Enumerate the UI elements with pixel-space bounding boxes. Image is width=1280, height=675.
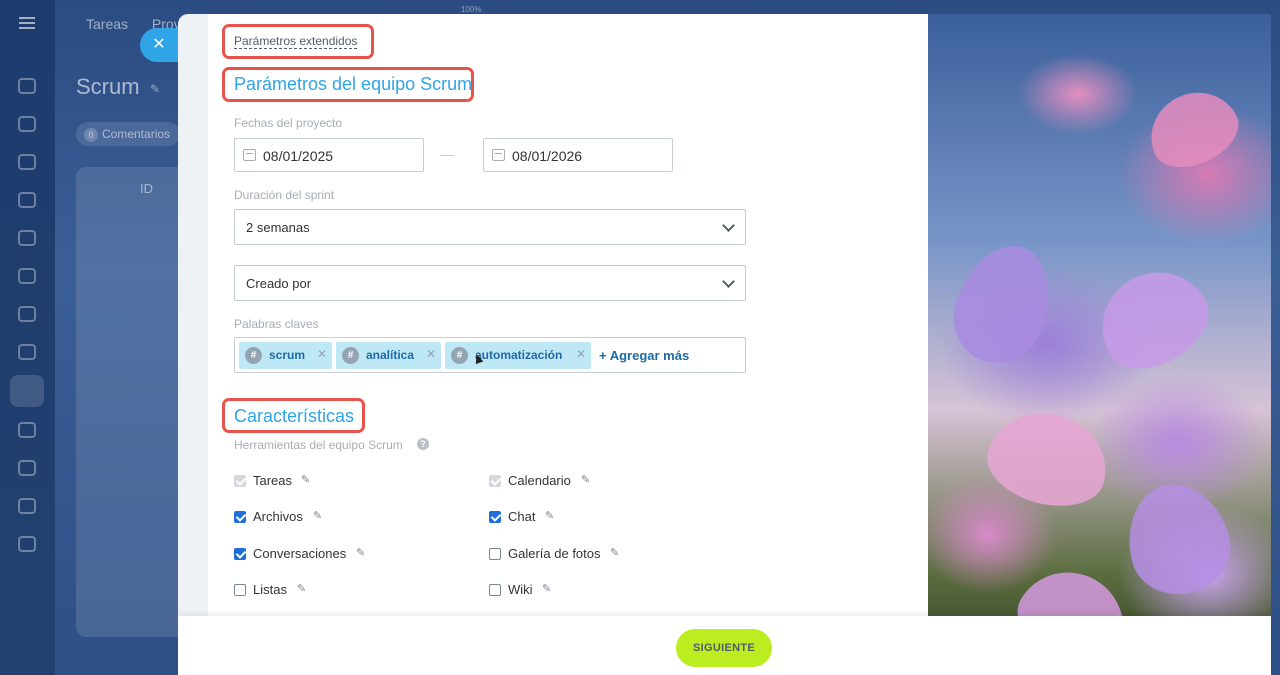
chat-icon[interactable] (18, 116, 36, 132)
chevron-down-icon (722, 275, 735, 288)
hashtag-icon: # (245, 347, 262, 364)
checkbox[interactable] (489, 511, 501, 523)
pencil-icon[interactable]: ✎ (545, 511, 555, 522)
end-date-field[interactable]: 08/01/2026 (483, 138, 673, 172)
features-title: Características (234, 406, 355, 426)
end-date-value: 08/01/2026 (512, 148, 583, 164)
created-by-value: Creado por (246, 276, 312, 291)
start-date-value: 08/01/2025 (263, 148, 334, 164)
zoom-indicator: 100% (461, 5, 482, 14)
nav-tasks[interactable]: Tareas (86, 16, 128, 32)
page-title: Scrum (76, 74, 140, 99)
drive-icon[interactable] (18, 268, 36, 284)
sprint-duration-label: Duración del sprint (234, 188, 335, 202)
feed-icon[interactable] (18, 154, 36, 170)
help-icon[interactable]: ? (417, 438, 429, 450)
extended-params-link[interactable]: Parámetros extendidos (234, 34, 358, 49)
comments-count: 0 (84, 128, 98, 142)
checkbox[interactable] (489, 548, 501, 560)
tool-label: Wiki (508, 582, 533, 597)
tag-automatizacion[interactable]: # automatización ✕ (445, 342, 591, 369)
chevron-down-icon (722, 219, 735, 232)
checkbox[interactable] (234, 548, 246, 560)
remove-tag-icon[interactable]: ✕ (317, 347, 327, 361)
tool-label: Tareas (253, 473, 293, 488)
checkbox[interactable] (234, 511, 246, 523)
remove-tag-icon[interactable]: ✕ (576, 347, 586, 361)
hashtag-icon: # (342, 347, 359, 364)
add-more-link[interactable]: + Agregar más (599, 348, 689, 363)
pencil-icon[interactable]: ✎ (297, 584, 307, 595)
remove-tag-icon[interactable]: ✕ (426, 347, 436, 361)
tool-label: Listas (253, 582, 287, 597)
slider-footer: SIGUIENTE (178, 616, 1271, 675)
calendar-grid-icon[interactable] (18, 460, 36, 476)
left-rail (0, 0, 55, 675)
sprint-duration-value: 2 semanas (246, 220, 310, 235)
tools-label: Herramientas del equipo Scrum (234, 438, 403, 452)
tool-label: Calendario (508, 473, 571, 488)
pencil-icon[interactable]: ✎ (301, 475, 311, 486)
tasks-icon[interactable] (10, 375, 44, 407)
project-dates-label: Fechas del proyecto (234, 116, 343, 130)
pencil-icon[interactable]: ✎ (356, 548, 366, 559)
contacts-icon[interactable] (18, 344, 36, 360)
comments-label: Comentarios (102, 127, 171, 141)
background-photo (928, 14, 1271, 675)
checkbox[interactable] (489, 584, 501, 596)
pin-icon[interactable]: ✎ (150, 82, 161, 96)
checkbox[interactable] (234, 584, 246, 596)
pencil-icon[interactable]: ✎ (313, 511, 323, 522)
docs-icon[interactable] (18, 230, 36, 246)
table-header-id: ID (140, 181, 153, 196)
tag-text: automatización (475, 348, 563, 362)
mail-icon[interactable] (18, 306, 36, 322)
calendar-icon (492, 149, 505, 161)
tag-analitica[interactable]: # analítica ✕ (336, 342, 441, 369)
calendar-icon (243, 149, 256, 161)
tool-label: Galería de fotos (508, 546, 601, 561)
hashtag-icon: # (451, 347, 468, 364)
activity-icon[interactable] (18, 78, 36, 94)
analytics-icon[interactable] (18, 498, 36, 514)
keywords-label: Palabras claves (234, 317, 319, 331)
comments-button[interactable]: 0 Comentarios (76, 122, 181, 146)
pencil-icon[interactable]: ✎ (581, 475, 591, 486)
keywords-field[interactable]: # scrum ✕ # analítica ✕ # automatización… (234, 337, 746, 373)
tag-text: analítica (366, 348, 415, 362)
start-date-field[interactable]: 08/01/2025 (234, 138, 424, 172)
funnel-icon[interactable] (18, 422, 36, 438)
date-separator (440, 155, 454, 156)
pencil-icon[interactable]: ✎ (542, 584, 552, 595)
tool-label: Archivos (253, 509, 303, 524)
checkbox[interactable] (234, 475, 246, 487)
team-params-title: Parámetros del equipo Scrum (234, 74, 473, 94)
sprint-duration-select[interactable]: 2 semanas (234, 209, 746, 245)
tool-label: Chat (508, 509, 536, 524)
next-button[interactable]: SIGUIENTE (676, 629, 772, 667)
tool-label: Conversaciones (253, 546, 347, 561)
pencil-icon[interactable]: ✎ (610, 548, 620, 559)
tag-text: scrum (269, 348, 306, 362)
calendar-icon[interactable] (18, 192, 36, 208)
form-card: Parámetros extendidos Parámetros del equ… (208, 14, 928, 616)
project-settings-slider: Parámetros extendidos Parámetros del equ… (178, 14, 1271, 675)
created-by-select[interactable]: Creado por (234, 265, 746, 301)
close-slider-button[interactable]: ✕ (140, 28, 178, 62)
tag-scrum[interactable]: # scrum ✕ (239, 342, 332, 369)
cart-icon[interactable] (18, 536, 36, 552)
menu-icon[interactable] (19, 17, 35, 29)
close-icon: ✕ (152, 36, 166, 53)
checkbox[interactable] (489, 475, 501, 487)
